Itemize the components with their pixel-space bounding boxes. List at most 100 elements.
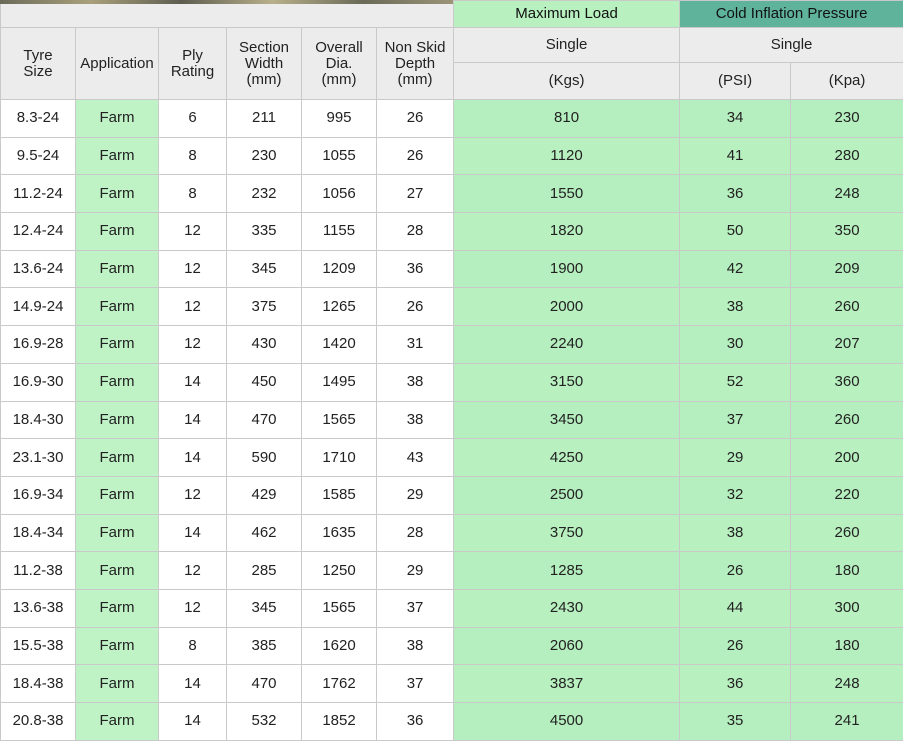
tyre-size-cell: 11.2-24	[1, 175, 76, 213]
tyre-size-cell: 23.1-30	[1, 439, 76, 477]
section-width-cell: 532	[227, 703, 302, 741]
non-skid-depth-cell: 37	[377, 665, 454, 703]
non-skid-depth-cell: 26	[377, 100, 454, 138]
ply-rating-cell: 14	[159, 514, 227, 552]
kpa-cell: 180	[791, 552, 903, 590]
tyre-size-cell: 18.4-38	[1, 665, 76, 703]
tyre-spec-table: Maximum Load Cold Inflation Pressure Tyr…	[0, 0, 903, 741]
psi-cell: 26	[680, 552, 791, 590]
kpa-cell: 209	[791, 250, 903, 288]
table-row: 20.8-38Farm14532185236450035241	[1, 703, 903, 741]
application-cell: Farm	[76, 288, 159, 326]
tyre-size-cell: 13.6-38	[1, 589, 76, 627]
non-skid-depth-cell: 37	[377, 589, 454, 627]
max-load-cell: 2500	[454, 476, 680, 514]
non-skid-depth-cell: 38	[377, 401, 454, 439]
max-load-cell: 1550	[454, 175, 680, 213]
psi-cell: 41	[680, 137, 791, 175]
kpa-cell: 200	[791, 439, 903, 477]
overall-dia-cell: 995	[302, 100, 377, 138]
kpa-cell: 207	[791, 326, 903, 364]
application-cell: Farm	[76, 703, 159, 741]
psi-cell: 38	[680, 514, 791, 552]
non-skid-depth-cell: 27	[377, 175, 454, 213]
overall-dia-cell: 1420	[302, 326, 377, 364]
kpa-cell: 260	[791, 288, 903, 326]
tyre-size-cell: 18.4-30	[1, 401, 76, 439]
kpa-cell: 230	[791, 100, 903, 138]
table-row: 11.2-24Farm8232105627155036248	[1, 175, 903, 213]
psi-cell: 29	[680, 439, 791, 477]
ply-rating-cell: 12	[159, 213, 227, 251]
section-width-cell: 345	[227, 250, 302, 288]
psi-cell: 36	[680, 665, 791, 703]
table-row: 18.4-30Farm14470156538345037260	[1, 401, 903, 439]
section-width-cell: 590	[227, 439, 302, 477]
application-cell: Farm	[76, 552, 159, 590]
psi-cell: 44	[680, 589, 791, 627]
tyre-size-header: Tyre Size	[1, 28, 76, 100]
non-skid-depth-cell: 26	[377, 137, 454, 175]
tyre-size-cell: 11.2-38	[1, 552, 76, 590]
cold-inflation-pressure-header: Cold Inflation Pressure	[680, 1, 903, 28]
kpa-cell: 241	[791, 703, 903, 741]
pressure-single-header: Single	[680, 28, 903, 63]
table-row: 23.1-30Farm14590171043425029200	[1, 439, 903, 477]
psi-cell: 32	[680, 476, 791, 514]
overall-dia-cell: 1250	[302, 552, 377, 590]
ply-rating-cell: 14	[159, 401, 227, 439]
section-width-cell: 470	[227, 401, 302, 439]
table-row: 9.5-24Farm8230105526112041280	[1, 137, 903, 175]
non-skid-depth-cell: 28	[377, 514, 454, 552]
application-cell: Farm	[76, 665, 159, 703]
kpa-cell: 350	[791, 213, 903, 251]
ply-rating-cell: 12	[159, 250, 227, 288]
overall-dia-cell: 1710	[302, 439, 377, 477]
tyre-size-cell: 14.9-24	[1, 288, 76, 326]
kpa-cell: 260	[791, 401, 903, 439]
psi-cell: 37	[680, 401, 791, 439]
section-width-cell: 462	[227, 514, 302, 552]
table-row: 16.9-30Farm14450149538315052360	[1, 363, 903, 401]
table-body: 8.3-24Farm621199526810342309.5-24Farm823…	[1, 100, 903, 741]
tyre-size-cell: 16.9-28	[1, 326, 76, 364]
overall-dia-cell: 1495	[302, 363, 377, 401]
application-cell: Farm	[76, 326, 159, 364]
tyre-size-cell: 16.9-30	[1, 363, 76, 401]
application-cell: Farm	[76, 514, 159, 552]
table-row: 12.4-24Farm12335115528182050350	[1, 213, 903, 251]
section-width-cell: 345	[227, 589, 302, 627]
table-row: 13.6-38Farm12345156537243044300	[1, 589, 903, 627]
kpa-unit-header: (Kpa)	[791, 63, 903, 100]
psi-cell: 30	[680, 326, 791, 364]
ply-rating-cell: 8	[159, 175, 227, 213]
section-width-cell: 430	[227, 326, 302, 364]
ply-rating-header: Ply Rating	[159, 28, 227, 100]
ply-rating-cell: 6	[159, 100, 227, 138]
section-width-header: Section Width (mm)	[227, 28, 302, 100]
tyre-size-cell: 12.4-24	[1, 213, 76, 251]
section-width-cell: 375	[227, 288, 302, 326]
overall-dia-cell: 1155	[302, 213, 377, 251]
top-image-strip	[0, 0, 453, 4]
max-load-single-header: Single	[454, 28, 680, 63]
max-load-cell: 3750	[454, 514, 680, 552]
tyre-size-cell: 13.6-24	[1, 250, 76, 288]
section-width-cell: 385	[227, 627, 302, 665]
application-cell: Farm	[76, 476, 159, 514]
application-cell: Farm	[76, 137, 159, 175]
kpa-cell: 260	[791, 514, 903, 552]
overall-dia-cell: 1635	[302, 514, 377, 552]
overall-dia-cell: 1565	[302, 401, 377, 439]
max-load-cell: 3150	[454, 363, 680, 401]
ply-rating-cell: 14	[159, 363, 227, 401]
max-load-cell: 3450	[454, 401, 680, 439]
kpa-cell: 300	[791, 589, 903, 627]
kpa-cell: 280	[791, 137, 903, 175]
table-row: 11.2-38Farm12285125029128526180	[1, 552, 903, 590]
ply-rating-cell: 8	[159, 137, 227, 175]
max-load-cell: 1820	[454, 213, 680, 251]
application-cell: Farm	[76, 401, 159, 439]
non-skid-depth-cell: 36	[377, 250, 454, 288]
kpa-cell: 248	[791, 665, 903, 703]
